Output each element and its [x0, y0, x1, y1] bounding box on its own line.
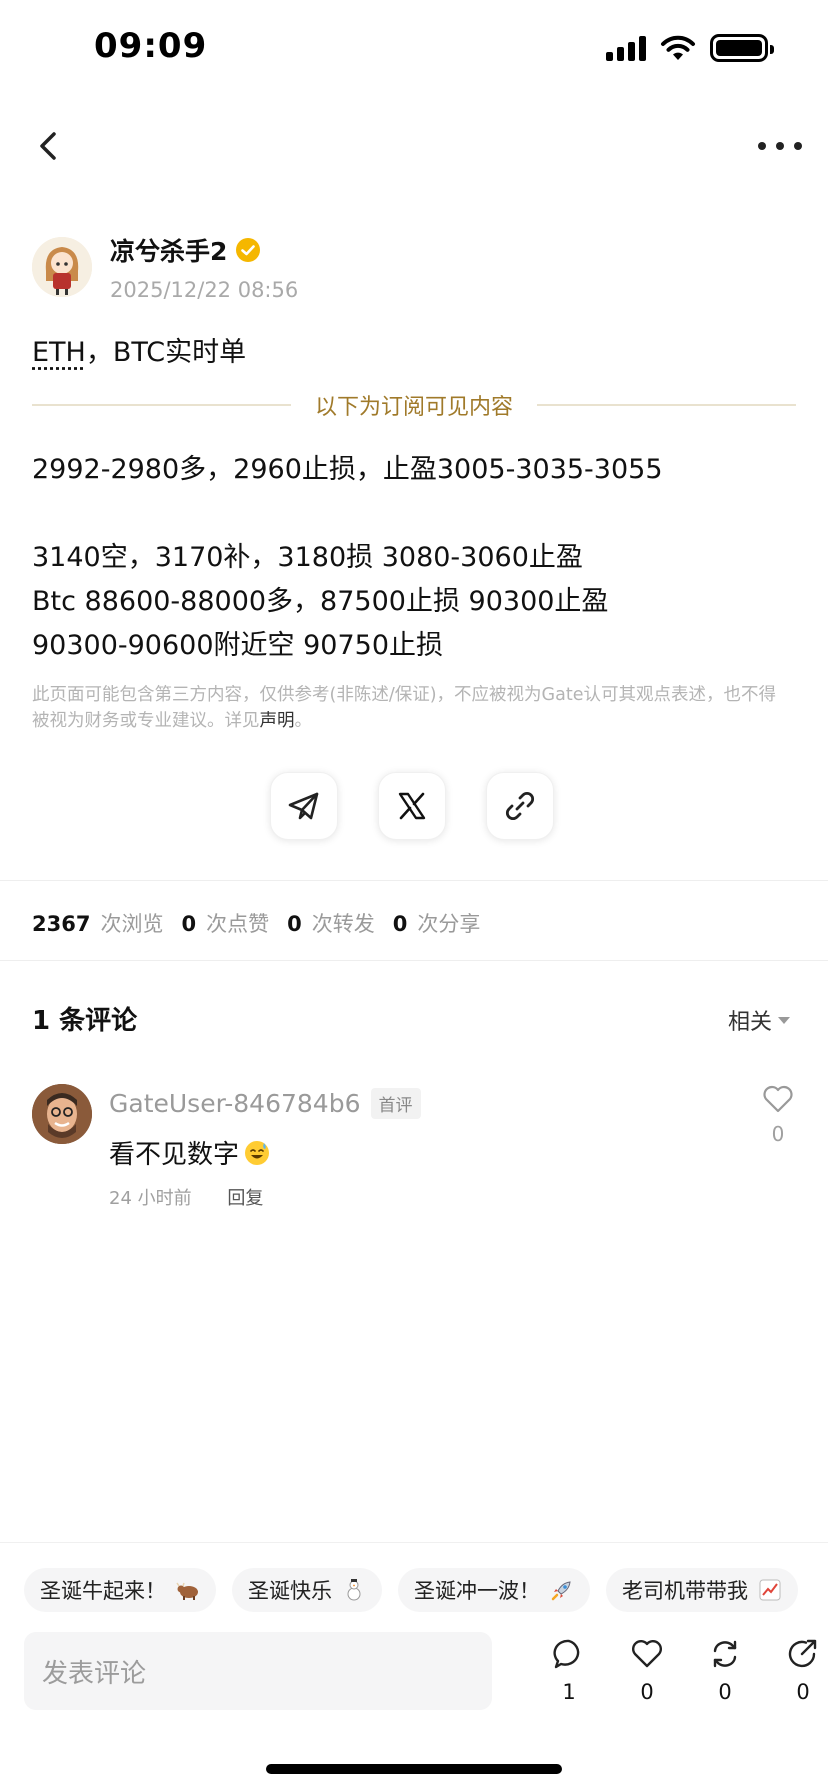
rocket-icon	[550, 1578, 574, 1602]
reply-button[interactable]: 回复	[227, 1188, 263, 1209]
verified-badge-icon	[235, 237, 261, 263]
subscriber-divider: 以下为订阅可见内容	[32, 390, 796, 420]
quick-reply-chip[interactable]: 圣诞冲一波！	[398, 1568, 590, 1612]
post-content: 2992-2980多，2960止损，止盈3005-3035-3055 3140空…	[32, 448, 663, 668]
comment-count: 1	[530, 1680, 608, 1704]
share-telegram-button[interactable]	[270, 772, 338, 840]
comment-input[interactable]: 发表评论	[24, 1632, 492, 1710]
quick-reply-chip[interactable]: 老司机带带我	[606, 1568, 798, 1612]
link-icon	[503, 789, 537, 823]
quick-reply-chip[interactable]: 圣诞快乐	[232, 1568, 382, 1612]
copy-link-button[interactable]	[486, 772, 554, 840]
comment-text: 看不见数字	[109, 1134, 239, 1171]
share-icon	[786, 1638, 820, 1670]
heart-icon	[762, 1084, 794, 1114]
author-avatar[interactable]	[32, 237, 92, 297]
like-action-button[interactable]: 0	[608, 1638, 686, 1704]
author-name[interactable]: 凉兮杀手2	[110, 232, 227, 268]
content-line: 3140空，3170补，3180损 3080-3060止盈	[32, 536, 663, 580]
comment-like-count: 0	[760, 1122, 796, 1146]
subscriber-label: 以下为订阅可见内容	[291, 389, 537, 421]
content-line: 2992-2980多，2960止损，止盈3005-3035-3055	[32, 448, 663, 492]
battery-icon	[710, 34, 768, 62]
sort-dropdown[interactable]: 相关	[728, 1004, 790, 1036]
heart-icon	[630, 1638, 664, 1670]
repost-count: 0	[686, 1680, 764, 1704]
home-indicator[interactable]	[266, 1764, 562, 1774]
author-header[interactable]: 凉兮杀手2 2025/12/22 08:56	[32, 232, 298, 302]
snowman-icon	[342, 1578, 366, 1602]
post-actions: 1 0 0 0	[530, 1638, 828, 1704]
quick-reply-chip[interactable]: 圣诞牛起来！	[24, 1568, 216, 1612]
sweat-smile-emoji	[243, 1139, 271, 1167]
status-time: 09:09	[94, 26, 207, 66]
share-action-button[interactable]: 0	[764, 1638, 828, 1704]
commenter-name[interactable]: GateUser-846784b6	[109, 1089, 361, 1118]
status-bar: 09:09	[0, 0, 828, 100]
share-x-button[interactable]	[378, 772, 446, 840]
comment-like-button[interactable]: 0	[760, 1084, 796, 1146]
cellular-signal-icon	[606, 35, 646, 61]
quick-reply-chips: 圣诞牛起来！ 圣诞快乐 圣诞冲一波！ 老司机带带我	[24, 1568, 798, 1612]
share-row	[270, 772, 554, 840]
back-icon[interactable]	[30, 126, 70, 166]
disclaimer: 此页面可能包含第三方内容，仅供参考(非陈述/保证)，不应被视为Gate认可其观点…	[32, 682, 782, 734]
eth-ticker-link[interactable]: ETH	[32, 337, 86, 368]
post-timestamp: 2025/12/22 08:56	[110, 278, 298, 302]
first-comment-badge: 首评	[371, 1088, 421, 1119]
share-count: 0	[764, 1680, 828, 1704]
like-count: 0	[608, 1680, 686, 1704]
comment-icon	[552, 1638, 586, 1670]
post-stats: 2367 次浏览 0 次点赞 0 次转发 0 次分享	[32, 908, 498, 938]
ox-icon	[176, 1578, 200, 1602]
wifi-icon	[660, 34, 696, 62]
x-icon	[396, 790, 428, 822]
comment-time: 24 小时前	[109, 1188, 192, 1209]
post-title: ETH，BTC实时单	[32, 330, 246, 369]
telegram-icon	[286, 788, 322, 824]
disclaimer-link[interactable]: 声明	[260, 711, 295, 731]
repost-icon	[708, 1638, 742, 1670]
comments-title: 1 条评论	[32, 1000, 137, 1037]
content-line: Btc 88600-88000多，87500止损 90300止盈	[32, 580, 663, 624]
sort-label: 相关	[728, 1004, 772, 1036]
caret-down-icon	[778, 1017, 790, 1024]
commenter-avatar[interactable]	[32, 1084, 92, 1144]
more-options-icon[interactable]	[758, 128, 802, 164]
repost-action-button[interactable]: 0	[686, 1638, 764, 1704]
comment-action-button[interactable]: 1	[530, 1638, 608, 1704]
chart-up-icon	[758, 1578, 782, 1602]
content-line: 90300-90600附近空 90750止损	[32, 624, 663, 668]
